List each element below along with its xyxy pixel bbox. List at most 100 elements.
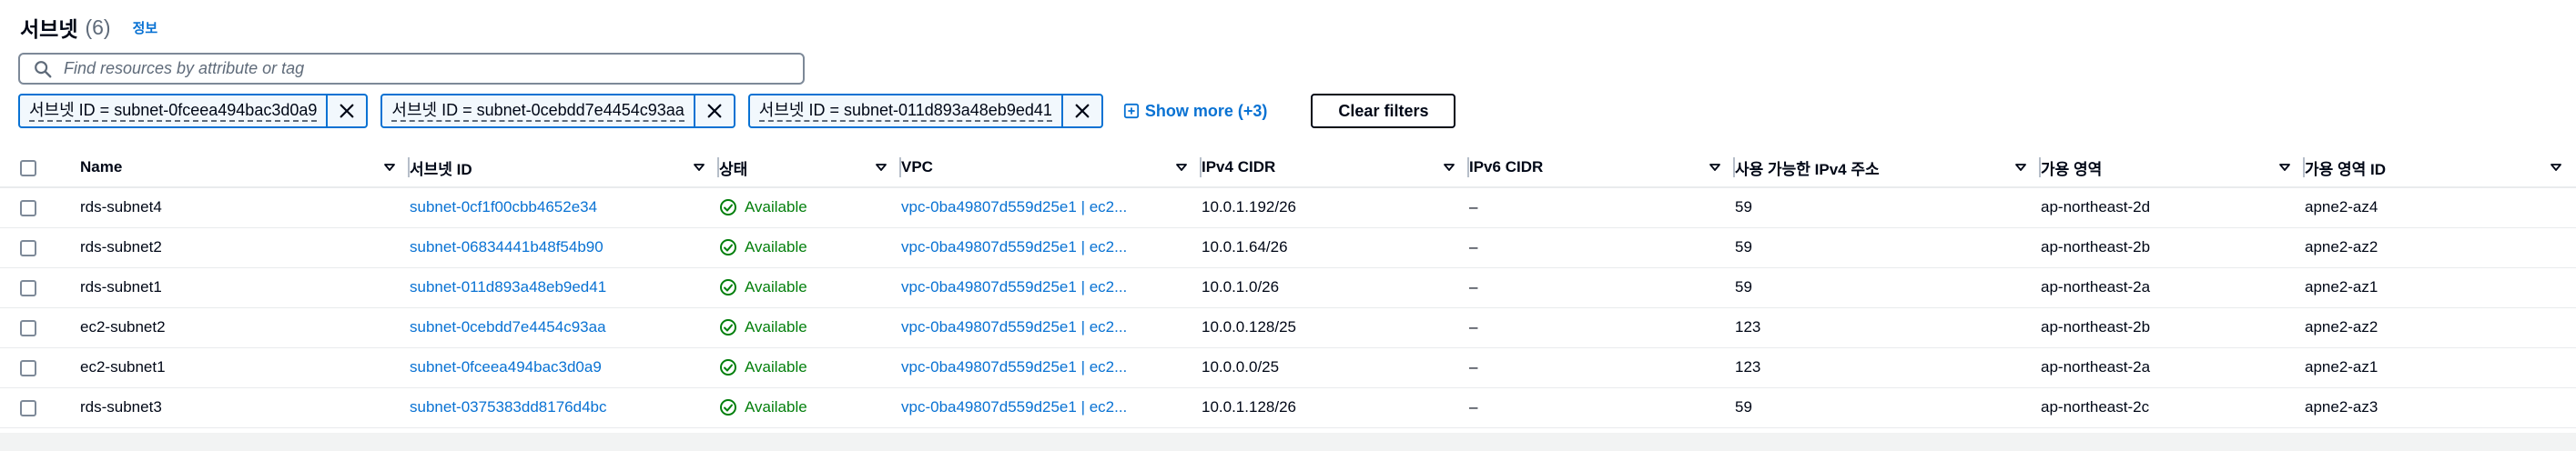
close-icon <box>1075 104 1090 118</box>
caret-down-icon[interactable] <box>1174 160 1189 175</box>
caret-down-icon[interactable] <box>1708 160 1722 175</box>
close-icon <box>340 104 354 118</box>
filter-token-label[interactable]: 서브넷 ID = subnet-0fceea494bac3d0a9 <box>20 95 329 126</box>
filter-token: 서브넷 ID = subnet-0cebdd7e4454c93aa <box>380 94 735 128</box>
vpc-link[interactable]: vpc-0ba49807d559d25e1 | ec2... <box>901 238 1127 256</box>
subnet-id-link[interactable]: subnet-0cf1f00cbb4652e34 <box>410 198 597 215</box>
subnet-id-link[interactable]: subnet-011d893a48eb9ed41 <box>410 278 606 296</box>
vpc-link[interactable]: vpc-0ba49807d559d25e1 | ec2... <box>901 398 1127 416</box>
filter-token-label[interactable]: 서브넷 ID = subnet-0cebdd7e4454c93aa <box>382 95 695 126</box>
cell-text: apne2-az2 <box>2305 318 2378 336</box>
cell-ipv6: – <box>1469 347 1735 388</box>
status-badge: Available <box>719 278 888 296</box>
column-header-ipv6-cidr[interactable]: IPv6 CIDR <box>1469 148 1735 188</box>
column-header-availability-zone[interactable]: 가용 영역 <box>2041 148 2305 188</box>
column-label: VPC <box>901 158 933 175</box>
caret-down-icon[interactable] <box>382 160 397 175</box>
cell-text: – <box>1469 318 1478 336</box>
remove-filter-button[interactable] <box>328 95 366 126</box>
cell-vpc: vpc-0ba49807d559d25e1 | ec2... <box>901 347 1202 388</box>
column-header-vpc[interactable]: VPC <box>901 148 1202 188</box>
table-row[interactable]: rds-subnet1 subnet-011d893a48eb9ed41 Avail… <box>0 267 2576 308</box>
row-checkbox[interactable] <box>20 279 36 296</box>
cell-text: apne2-az1 <box>2305 358 2378 376</box>
table-row[interactable]: rds-subnet3 subnet-0375383dd8176d4bc Avail… <box>0 387 2576 428</box>
filter-tokens: 서브넷 ID = subnet-0fceea494bac3d0a9 서브넷 ID… <box>18 94 1456 128</box>
search-input[interactable] <box>64 55 803 83</box>
row-checkbox[interactable] <box>20 399 36 416</box>
table-row[interactable]: rds-subnet2 subnet-06834441b48f54b90 Avail… <box>0 227 2576 268</box>
cell-azid: apne2-az3 <box>2305 387 2576 428</box>
vpc-link[interactable]: vpc-0ba49807d559d25e1 | ec2... <box>901 278 1127 296</box>
clear-filters-button[interactable]: Clear filters <box>1311 94 1456 128</box>
row-select-cell <box>0 227 80 268</box>
cell-ipv6: – <box>1469 387 1735 428</box>
column-header-subnet-id[interactable]: 서브넷 ID <box>410 148 719 188</box>
cell-ipv4: 10.0.1.128/26 <box>1202 387 1469 428</box>
subnet-id-link[interactable]: subnet-0cebdd7e4454c93aa <box>410 318 606 336</box>
cell-status: Available <box>719 187 901 228</box>
row-checkbox[interactable] <box>20 319 36 336</box>
subnet-id-link[interactable]: subnet-0375383dd8176d4bc <box>410 398 606 416</box>
cell-text: apne2-az2 <box>2305 238 2378 256</box>
cell-text: 59 <box>1735 278 1752 296</box>
cell-text: – <box>1469 278 1478 296</box>
table-row[interactable]: ec2-subnet2 subnet-0cebdd7e4454c93aa Avail… <box>0 307 2576 348</box>
remove-filter-button[interactable] <box>1063 95 1101 126</box>
column-header-status[interactable]: 상태 <box>719 148 901 188</box>
caret-down-icon[interactable] <box>692 160 706 175</box>
select-all-checkbox[interactable] <box>20 159 36 176</box>
caret-down-icon[interactable] <box>874 160 888 175</box>
column-header-availability-zone-id[interactable]: 가용 영역 ID <box>2305 148 2576 188</box>
plus-square-icon <box>1123 103 1139 119</box>
remove-filter-button[interactable] <box>695 95 734 126</box>
cell-text: – <box>1469 198 1478 216</box>
column-header-available-ipv4[interactable]: 사용 가능한 IPv4 주소 <box>1735 148 2041 188</box>
status-text: Available <box>745 318 807 336</box>
caret-down-icon[interactable] <box>1442 160 1456 175</box>
cell-text: ap-northeast-2a <box>2041 358 2151 376</box>
vpc-link[interactable]: vpc-0ba49807d559d25e1 | ec2... <box>901 318 1127 336</box>
cell-subnet-id: subnet-0fceea494bac3d0a9 <box>410 347 719 388</box>
filter-token-text: 서브넷 ID = subnet-0cebdd7e4454c93aa <box>391 100 685 122</box>
vpc-link[interactable]: vpc-0ba49807d559d25e1 | ec2... <box>901 198 1127 215</box>
cell-azid: apne2-az4 <box>2305 187 2576 228</box>
cell-text: 10.0.1.64/26 <box>1202 238 1288 256</box>
status-badge: Available <box>719 358 888 376</box>
filter-token: 서브넷 ID = subnet-0fceea494bac3d0a9 <box>18 94 369 128</box>
column-label: 사용 가능한 IPv4 주소 <box>1735 160 1880 178</box>
row-checkbox[interactable] <box>20 239 36 256</box>
cell-name: rds-subnet4 <box>80 187 410 228</box>
page-header: 서브넷 (6) 정보 <box>20 9 157 45</box>
cell-ipv4: 10.0.1.0/26 <box>1202 267 1469 308</box>
cell-avail: 59 <box>1735 267 2041 308</box>
filter-token-label[interactable]: 서브넷 ID = subnet-011d893a48eb9ed41 <box>750 95 1063 126</box>
caret-down-icon[interactable] <box>2277 160 2292 175</box>
subnet-id-link[interactable]: subnet-0fceea494bac3d0a9 <box>410 358 602 376</box>
cell-text: 123 <box>1735 318 1761 336</box>
row-select-cell <box>0 187 80 228</box>
table-row[interactable]: rds-subnet4 subnet-0cf1f00cbb4652e34 Avail… <box>0 187 2576 228</box>
row-checkbox[interactable] <box>20 199 36 216</box>
table-row[interactable]: ec2-subnet1 subnet-0fceea494bac3d0a9 Avail… <box>0 347 2576 388</box>
cell-ipv6: – <box>1469 187 1735 228</box>
cell-text: apne2-az3 <box>2305 398 2378 416</box>
cell-text: 10.0.0.0/25 <box>1202 358 1280 376</box>
caret-down-icon[interactable] <box>2549 160 2563 175</box>
cell-text: – <box>1469 238 1478 256</box>
cell-text: – <box>1469 398 1478 416</box>
cell-status: Available <box>719 267 901 308</box>
column-header-ipv4-cidr[interactable]: IPv4 CIDR <box>1202 148 1469 188</box>
cell-subnet-id: subnet-011d893a48eb9ed41 <box>410 267 719 308</box>
status-text: Available <box>745 358 807 376</box>
cell-azid: apne2-az2 <box>2305 307 2576 348</box>
show-more-button[interactable]: Show more (+3) <box>1123 102 1267 121</box>
page-title: 서브넷 <box>20 17 78 41</box>
row-checkbox[interactable] <box>20 359 36 376</box>
column-header-name[interactable]: Name <box>80 148 410 188</box>
search-bar[interactable] <box>18 53 805 85</box>
caret-down-icon[interactable] <box>2013 160 2028 175</box>
subnet-id-link[interactable]: subnet-06834441b48f54b90 <box>410 238 603 256</box>
vpc-link[interactable]: vpc-0ba49807d559d25e1 | ec2... <box>901 358 1127 376</box>
info-link[interactable]: 정보 <box>133 18 158 37</box>
